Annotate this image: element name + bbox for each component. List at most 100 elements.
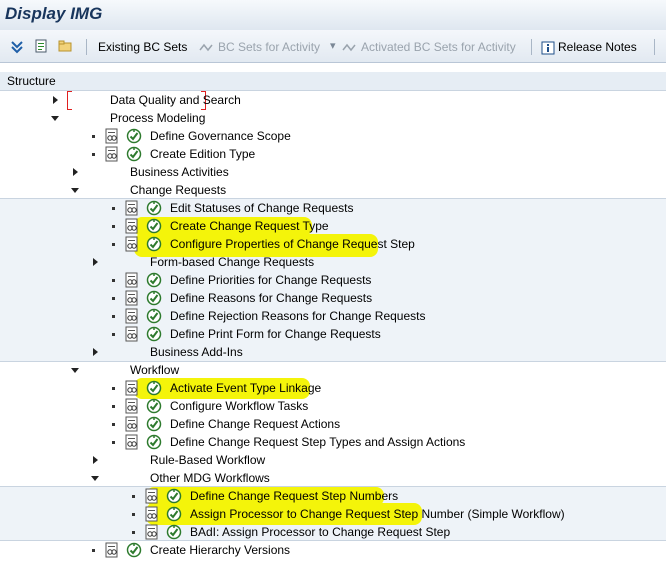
structure-header-label: Structure [7,74,56,88]
bc-set-icon [199,43,213,52]
tree-activity-node[interactable]: Create Hierarchy Versions [0,541,666,559]
tree-folder-node[interactable]: Workflow [0,361,666,379]
tree-folder-node[interactable]: Other MDG Workflows [0,469,666,487]
documentation-icon[interactable] [124,218,140,234]
activated-bc-sets-button[interactable]: Activated BC Sets for Activity [342,39,516,55]
folder-icon[interactable] [57,38,73,54]
execute-activity-icon[interactable] [126,128,142,144]
tree-activity-node[interactable]: Create Edition Type [0,145,666,163]
tree-activity-node[interactable]: Activate Event Type Linkage [0,379,666,397]
execute-activity-icon[interactable] [146,218,162,234]
documentation-icon[interactable] [144,524,160,540]
tree-activity-node[interactable]: Define Reasons for Change Requests [0,289,666,307]
tree-activity-node[interactable]: BAdI: Assign Processor to Change Request… [0,523,666,541]
tree-node-label: Define Reasons for Change Requests [170,291,373,305]
execute-activity-icon[interactable] [146,326,162,342]
documentation-icon[interactable] [144,488,160,504]
execute-activity-icon[interactable] [166,524,182,540]
tree-activity-node[interactable]: Define Rejection Reasons for Change Requ… [0,307,666,325]
expand-arrow-icon[interactable] [90,455,100,465]
expand-arrow-icon[interactable] [90,347,100,357]
documentation-icon[interactable] [124,326,140,342]
tree-activity-node[interactable]: Define Change Request Step Types and Ass… [0,433,666,451]
execute-activity-icon[interactable] [146,236,162,252]
tree-node-label: Business Activities [130,165,229,179]
documentation-icon[interactable] [124,272,140,288]
tree-activity-node[interactable]: Assign Processor to Change Request Step … [0,505,666,523]
document-icon[interactable] [33,38,49,54]
tree-folder-node[interactable]: Business Activities [0,163,666,181]
documentation-icon[interactable] [124,434,140,450]
tree-node-label: Define Rejection Reasons for Change Requ… [170,309,426,323]
tree-node-label: Process Modeling [110,111,206,125]
tree-activity-node[interactable]: Define Change Request Actions [0,415,666,433]
expand-all-icon[interactable] [9,38,25,54]
tree-folder-node[interactable]: Change Requests [0,181,666,199]
execute-activity-icon[interactable] [146,272,162,288]
execute-activity-icon[interactable] [126,146,142,162]
execute-activity-icon[interactable] [146,434,162,450]
tree-node-label: Configure Workflow Tasks [170,399,309,413]
bullet-icon [112,297,115,300]
execute-activity-icon[interactable] [146,398,162,414]
tree-activity-node[interactable]: Define Print Form for Change Requests [0,325,666,343]
tree-node-label: Define Priorities for Change Requests [170,273,372,287]
tree-activity-node[interactable]: Define Governance Scope [0,127,666,145]
expand-arrow-icon[interactable] [50,95,60,105]
application-toolbar: Existing BC Sets BC Sets for Activity ▾ … [0,30,666,63]
documentation-icon[interactable] [104,128,120,144]
tree-folder-node[interactable]: Form-based Change Requests [0,253,666,271]
tree-node-label: Create Edition Type [150,147,256,161]
documentation-icon[interactable] [124,380,140,396]
documentation-icon[interactable] [124,290,140,306]
documentation-icon[interactable] [124,308,140,324]
page-title: Display IMG [5,4,103,23]
info-icon [541,41,555,55]
tree-node-label: Rule-Based Workflow [150,453,266,467]
documentation-icon[interactable] [124,236,140,252]
expand-arrow-icon[interactable] [90,257,100,267]
collapse-arrow-icon[interactable] [90,473,100,483]
documentation-icon[interactable] [144,506,160,522]
documentation-icon[interactable] [124,398,140,414]
execute-activity-icon[interactable] [166,488,182,504]
tree-node-label: Configure Properties of Change Request S… [170,237,415,251]
tree-node-label: Define Governance Scope [150,129,291,143]
execute-activity-icon[interactable] [146,308,162,324]
collapse-arrow-icon[interactable] [50,113,60,123]
bullet-icon [112,279,115,282]
collapse-arrow-icon[interactable] [70,365,80,375]
execute-activity-icon[interactable] [166,506,182,522]
tree-folder-node[interactable]: Data Quality and Search [0,91,666,109]
documentation-icon[interactable] [104,542,120,558]
tree-activity-node[interactable]: Configure Workflow Tasks [0,397,666,415]
tree-folder-node[interactable]: Rule-Based Workflow [0,451,666,469]
tree-node-label: Activate Event Type Linkage [170,381,322,395]
existing-bc-sets-button[interactable]: Existing BC Sets [98,39,187,55]
execute-activity-icon[interactable] [146,380,162,396]
bullet-icon [132,495,135,498]
documentation-icon[interactable] [104,146,120,162]
release-notes-button[interactable]: Release Notes [541,39,637,55]
tree-folder-node[interactable]: Business Add-Ins [0,343,666,361]
documentation-icon[interactable] [124,416,140,432]
bullet-icon [112,243,115,246]
execute-activity-icon[interactable] [146,200,162,216]
tree-folder-node[interactable]: Process Modeling [0,109,666,127]
documentation-icon[interactable] [124,200,140,216]
bc-sets-for-activity-button[interactable]: BC Sets for Activity [199,39,320,55]
structure-header: Structure [0,72,666,91]
tree-activity-node[interactable]: Create Change Request Type [0,217,666,235]
execute-activity-icon[interactable] [146,290,162,306]
collapse-arrow-icon[interactable] [70,185,80,195]
title-bar: Display IMG [0,0,666,30]
tree-activity-node[interactable]: Define Priorities for Change Requests [0,271,666,289]
tree-node-label: Workflow [130,363,180,377]
tree-activity-node[interactable]: Configure Properties of Change Request S… [0,235,666,253]
execute-activity-icon[interactable] [146,416,162,432]
expand-arrow-icon[interactable] [70,167,80,177]
tree-activity-node[interactable]: Define Change Request Step Numbers [0,487,666,505]
tree-activity-node[interactable]: Edit Statuses of Change Requests [0,199,666,217]
execute-activity-icon[interactable] [126,542,142,558]
activated-bc-sets-label: Activated BC Sets for Activity [361,40,516,54]
